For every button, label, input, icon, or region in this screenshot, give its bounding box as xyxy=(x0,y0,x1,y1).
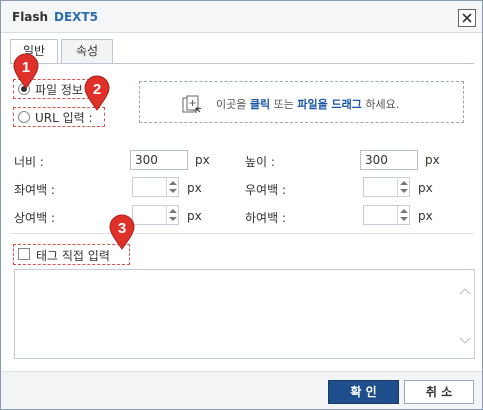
file-info-label: 파일 정보 xyxy=(35,83,83,97)
file-add-icon xyxy=(182,95,202,113)
marker-1: 1 xyxy=(13,53,39,89)
dialog-title: Flash xyxy=(12,10,49,24)
spinner-arrows[interactable] xyxy=(166,178,178,196)
height-unit: px xyxy=(425,153,440,167)
marker-3: 3 xyxy=(109,214,135,250)
scroll-down-icon[interactable] xyxy=(459,332,471,344)
margin-top-spinner[interactable] xyxy=(132,205,179,225)
margin-right-spinner[interactable] xyxy=(363,177,410,197)
marker-2: 2 xyxy=(84,75,110,111)
height-label: 높이 : xyxy=(245,155,275,169)
margin-bottom-label: 하여백 : xyxy=(245,211,286,225)
url-radio[interactable] xyxy=(18,111,30,123)
width-input[interactable]: 300 xyxy=(130,150,188,170)
margin-left-spinner[interactable] xyxy=(132,177,179,197)
margin-bottom-spinner[interactable] xyxy=(363,205,410,225)
margin-right-label: 우여백 : xyxy=(245,183,286,197)
close-button[interactable] xyxy=(458,9,476,27)
cancel-button[interactable]: 취 소 xyxy=(404,380,474,404)
textarea-scrollbar[interactable] xyxy=(457,270,474,358)
tab-properties[interactable]: 속성 xyxy=(61,39,113,64)
upload-click-text: 클릭 xyxy=(249,98,271,111)
width-label: 너비 : xyxy=(14,155,44,169)
dialog-titlebar: Flash DEXT5 xyxy=(1,1,482,33)
tag-input-label: 태그 직접 입력 xyxy=(36,249,110,263)
spinner-arrows[interactable] xyxy=(397,206,409,224)
url-label: URL 입력 : xyxy=(35,111,93,125)
margin-top-unit: px xyxy=(187,209,202,223)
upload-dropzone[interactable]: 이곳을 클릭 또는 파일을 드래그 하세요. xyxy=(139,81,464,123)
scroll-up-icon[interactable] xyxy=(459,288,471,300)
upload-drag-text: 파일을 드래그 xyxy=(297,98,362,111)
close-icon xyxy=(462,13,472,23)
flash-dialog: Flash DEXT5 일반 속성 파일 정보 URL 입력 : 이곳을 클릭 … xyxy=(0,0,483,410)
upload-instruction: 이곳을 클릭 또는 파일을 드래그 하세요. xyxy=(216,98,400,111)
dialog-title-brand: DEXT5 xyxy=(54,10,98,24)
svg-text:2: 2 xyxy=(93,81,101,98)
ok-button[interactable]: 확 인 xyxy=(328,380,399,404)
tag-textarea[interactable] xyxy=(14,269,475,359)
margin-top-label: 상여백 : xyxy=(14,211,55,225)
svg-text:3: 3 xyxy=(118,220,126,237)
margin-bottom-unit: px xyxy=(418,209,433,223)
dialog-footer: 확 인 취 소 xyxy=(1,371,482,409)
margin-right-unit: px xyxy=(418,181,433,195)
tag-input-checkbox[interactable] xyxy=(18,248,30,260)
height-input[interactable]: 300 xyxy=(360,150,418,170)
spinner-arrows[interactable] xyxy=(397,178,409,196)
section-divider xyxy=(10,233,474,234)
spinner-arrows[interactable] xyxy=(166,206,178,224)
tab-divider xyxy=(10,63,474,64)
margin-left-label: 좌여백 : xyxy=(14,183,55,197)
margin-left-unit: px xyxy=(187,181,202,195)
width-unit: px xyxy=(195,153,210,167)
svg-text:1: 1 xyxy=(22,59,30,76)
